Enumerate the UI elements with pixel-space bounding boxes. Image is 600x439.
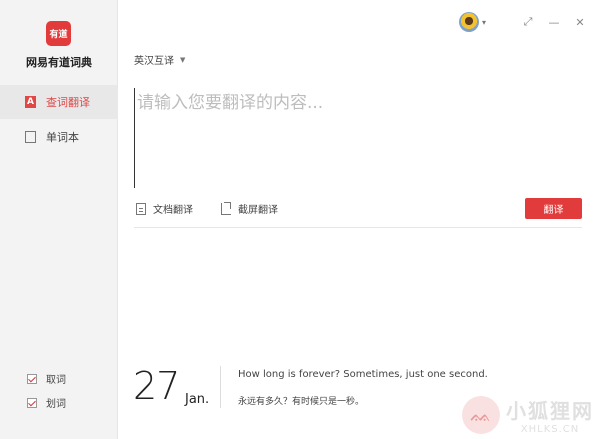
document-icon <box>136 202 146 215</box>
checkbox[interactable] <box>27 373 37 384</box>
close-icon[interactable]: ✕ <box>574 16 586 29</box>
fox-icon: ᨐ <box>462 396 500 434</box>
sidebar-item-label: 查词翻译 <box>46 96 90 109</box>
date-day: 27 <box>133 364 180 408</box>
book-icon <box>25 131 36 143</box>
option-select-word[interactable]: 划词 <box>27 395 66 410</box>
option-label: 取词 <box>46 375 66 386</box>
dropdown-arrow-icon: ▼ <box>180 55 186 64</box>
sidebar-item-translate[interactable]: A 查词翻译 <box>0 85 118 119</box>
window-controls: ▾ ⤢ — ✕ <box>458 12 586 32</box>
checkbox[interactable] <box>27 397 37 408</box>
divider <box>134 227 582 228</box>
app-logo: 有道 <box>46 21 71 46</box>
avatar[interactable] <box>458 12 479 32</box>
app-name: 网易有道词典 <box>26 56 92 69</box>
sidebar: 有道 网易有道词典 A 查词翻译 单词本 取词 划词 <box>0 0 118 439</box>
sidebar-item-wordbook[interactable]: 单词本 <box>0 120 118 154</box>
doc-translate-button[interactable]: 文档翻译 <box>136 201 193 216</box>
screenshot-translate-button[interactable]: 截屏翻译 <box>221 201 278 216</box>
doc-translate-label: 文档翻译 <box>153 205 193 216</box>
option-capture-word[interactable]: 取词 <box>27 371 66 386</box>
translate-button[interactable]: 翻译 <box>525 198 582 219</box>
chevron-down-icon[interactable]: ▾ <box>482 18 486 27</box>
daily-quote-en: How long is forever? Sometimes, just one… <box>238 369 488 380</box>
sidebar-item-label: 单词本 <box>46 131 79 144</box>
date-divider <box>220 366 221 408</box>
minimize-icon[interactable]: — <box>548 16 560 29</box>
option-label: 划词 <box>46 399 66 410</box>
watermark-cn: 小狐狸网 <box>506 399 594 423</box>
watermark-en: XHLKS.CN <box>520 424 580 435</box>
a-translate-icon: A <box>25 96 36 108</box>
translate-input[interactable] <box>134 88 582 188</box>
language-label: 英汉互译 <box>134 56 174 67</box>
daily-quote-cn: 永远有多久？有时候只是一秒。 <box>238 397 365 407</box>
crop-icon <box>221 201 231 215</box>
watermark: ᨐ 小狐狸网 XHLKS.CN <box>462 395 594 435</box>
language-select[interactable]: 英汉互译 ▼ <box>134 52 186 68</box>
screenshot-translate-label: 截屏翻译 <box>238 205 278 216</box>
date-month: Jan. <box>185 392 210 407</box>
restore-icon[interactable]: ⤢ <box>522 15 534 28</box>
